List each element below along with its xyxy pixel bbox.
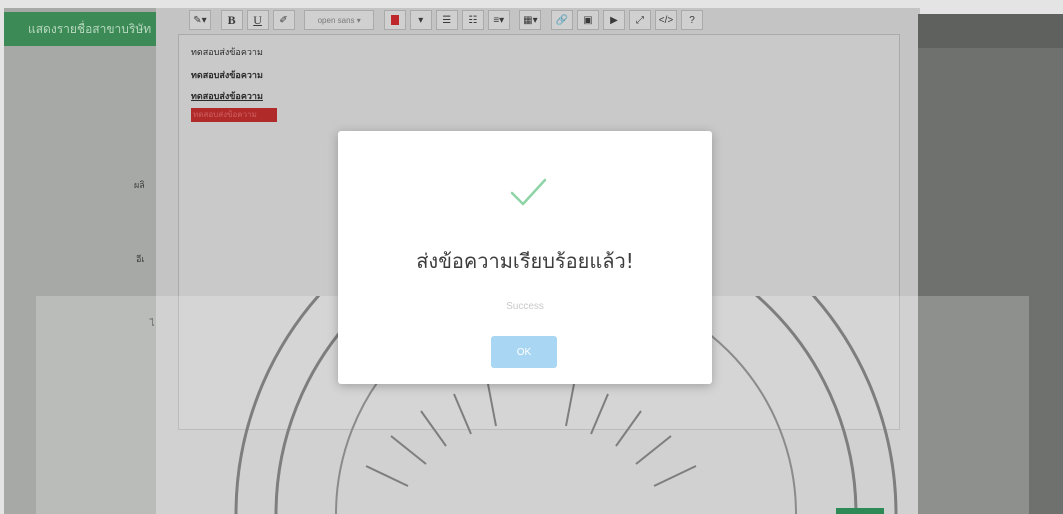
right-panel-header: [918, 14, 1063, 48]
fullscreen-icon[interactable]: ⤢: [628, 10, 651, 30]
editor-toolbar: ✎▾ B U ✐ open sans ▾ ▾ ☰ ☷ ≡▾ ▦▾ 🔗 ▣ ▶ ⤢…: [183, 8, 703, 32]
editor-line-highlighted: ทดสอบส่งข้อความ: [191, 108, 277, 122]
code-view-icon[interactable]: </>: [654, 10, 677, 30]
eraser-icon[interactable]: ✐: [272, 10, 295, 30]
unordered-list-icon[interactable]: ☰: [435, 10, 458, 30]
modal-message: Success: [506, 301, 544, 312]
ok-button[interactable]: OK: [491, 336, 557, 368]
color-button[interactable]: [383, 10, 406, 30]
editor-line-underlined: ทดสอบส่งข้อความ: [191, 91, 263, 101]
modal-title: ส่งข้อความเรียบร้อยแล้ว!: [416, 249, 634, 273]
form-label: อีเ: [136, 254, 145, 264]
sidebar-header[interactable]: แสดงรายชื่อสาขาบริษัท: [4, 12, 170, 46]
check-icon: [510, 178, 547, 206]
success-modal: ส่งข้อความเรียบร้อยแล้ว! Success OK: [338, 131, 712, 384]
video-icon[interactable]: ▶: [602, 10, 625, 30]
align-button[interactable]: ≡▾: [487, 10, 510, 30]
color-swatch-icon: [390, 15, 399, 25]
bold-button[interactable]: B: [220, 10, 243, 30]
link-icon[interactable]: 🔗: [550, 10, 573, 30]
page: แสดงรายชื่อสาขาบริษัท ผลิ อีเ ไ ✎▾ B U ✐…: [0, 0, 1063, 514]
help-icon[interactable]: ?: [680, 10, 703, 30]
submit-button[interactable]: [836, 508, 884, 514]
underline-button[interactable]: U: [246, 10, 269, 30]
color-dropdown-button[interactable]: ▾: [409, 10, 432, 30]
ordered-list-icon[interactable]: ☷: [461, 10, 484, 30]
image-icon[interactable]: ▣: [576, 10, 599, 30]
editor-line: ทดสอบส่งข้อความ: [191, 47, 263, 57]
table-button[interactable]: ▦▾: [519, 10, 542, 30]
font-family-select[interactable]: open sans ▾: [304, 10, 375, 30]
editor-line-bold: ทดสอบส่งข้อความ: [191, 70, 263, 80]
style-button[interactable]: ✎▾: [189, 10, 211, 30]
form-label: ผลิ: [134, 180, 145, 190]
